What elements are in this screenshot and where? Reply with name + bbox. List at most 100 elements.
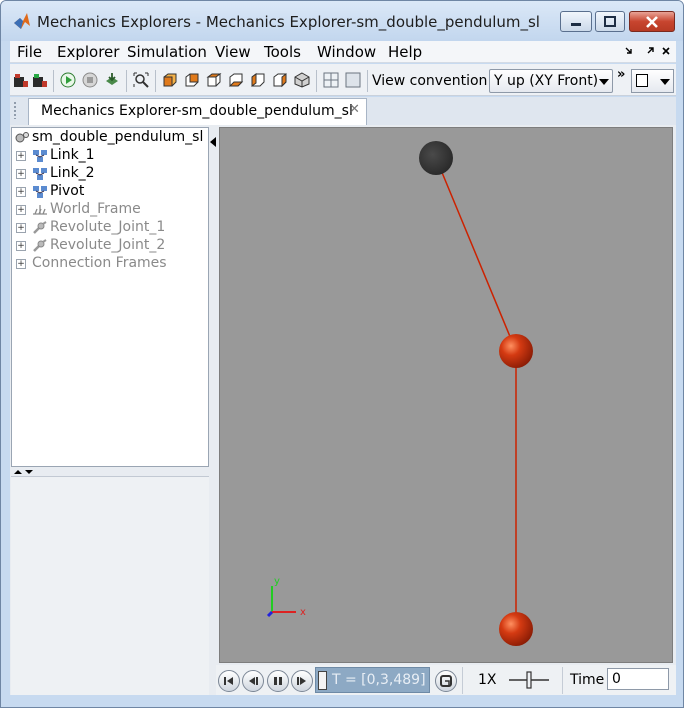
right-view-icon[interactable] <box>272 72 288 88</box>
axis-y-label: y <box>274 576 280 587</box>
title-bar: Mechanics Explorers - Mechanics Explorer… <box>1 1 683 41</box>
collapse-tree-icon[interactable] <box>210 137 216 147</box>
time-slider[interactable]: T = [0,3,489] <box>315 667 430 693</box>
expand-icon[interactable]: + <box>16 259 26 269</box>
properties-panel <box>11 476 209 695</box>
tab-mechanics-explorer[interactable]: Mechanics Explorer-sm_double_pendulum_sl… <box>28 98 367 125</box>
toolbar-overflow-button[interactable]: » <box>617 67 625 82</box>
menu-view[interactable]: View <box>215 43 251 61</box>
toolbar: View convention: Y up (XY Front) » <box>10 64 676 96</box>
panel-splitter[interactable] <box>11 468 209 476</box>
playbar-separator <box>462 667 463 694</box>
subsystem-icon <box>33 186 47 198</box>
tree-root-label: sm_double_pendulum_sl <box>32 129 204 145</box>
time-label: Time <box>570 672 605 688</box>
expand-icon[interactable]: + <box>16 151 26 161</box>
undock-icon[interactable] <box>645 45 655 57</box>
rewind-to-start-button[interactable] <box>218 670 240 692</box>
menu-tools[interactable]: Tools <box>264 43 301 61</box>
tree-root[interactable]: sm_double_pendulum_sl <box>14 129 204 147</box>
drag-grip-icon[interactable] <box>13 101 17 119</box>
top-view-icon[interactable] <box>206 72 222 88</box>
menu-file[interactable]: File <box>17 43 42 61</box>
status-bar <box>10 695 676 707</box>
close-doc-icon[interactable] <box>661 45 671 57</box>
bob-1-sphere <box>499 334 533 368</box>
close-icon <box>646 15 658 28</box>
back-view-icon[interactable] <box>184 72 200 88</box>
toolbar-separator <box>155 70 156 92</box>
tree-item-world-frame[interactable]: + World_Frame <box>16 201 202 219</box>
close-window-button[interactable] <box>629 11 675 32</box>
run-icon[interactable] <box>60 72 76 88</box>
menu-window[interactable]: Window <box>317 43 376 61</box>
tree-item-label: Link_1 <box>50 147 95 163</box>
time-slider-thumb[interactable] <box>318 671 327 690</box>
tree-item-revolute-joint-2[interactable]: + Revolute_Joint_2 <box>16 237 202 255</box>
step-back-icon <box>249 677 258 685</box>
link-1-rod <box>435 157 517 352</box>
chevron-down-icon <box>660 79 670 85</box>
tree-item-label: Revolute_Joint_2 <box>50 237 166 253</box>
expand-icon[interactable]: + <box>16 169 26 179</box>
model-tree[interactable]: sm_double_pendulum_sl + Link_1 + Link_2 … <box>11 127 209 467</box>
square-icon <box>636 74 648 87</box>
tab-close-icon[interactable]: ✕ <box>349 102 360 117</box>
menu-help[interactable]: Help <box>388 43 422 61</box>
open-model-icon[interactable] <box>13 72 29 88</box>
toolbar-separator <box>53 70 54 92</box>
splitter-arrows-icon[interactable] <box>13 469 35 475</box>
world-frame-icon <box>33 205 47 215</box>
window-title: Mechanics Explorers - Mechanics Explorer… <box>37 13 540 31</box>
step-back-button[interactable] <box>242 670 264 692</box>
menu-simulation[interactable]: Simulation <box>127 43 207 61</box>
fit-to-view-icon[interactable] <box>133 72 149 88</box>
subsystem-icon <box>33 168 47 180</box>
tile-views-icon[interactable] <box>323 72 339 88</box>
expand-icon[interactable]: + <box>16 187 26 197</box>
app-window: Mechanics Explorers - Mechanics Explorer… <box>0 0 684 708</box>
expand-icon[interactable]: + <box>16 223 26 233</box>
loop-button[interactable] <box>435 670 457 692</box>
step-forward-icon <box>297 677 306 685</box>
time-field[interactable]: 0 <box>607 668 669 690</box>
single-view-icon[interactable] <box>345 72 361 88</box>
tab-label: Mechanics Explorer-sm_double_pendulum_sl <box>41 103 353 119</box>
step-forward-button[interactable] <box>291 670 313 692</box>
update-diagram-icon[interactable] <box>104 72 120 88</box>
explorer-content: sm_double_pendulum_sl + Link_1 + Link_2 … <box>10 125 676 695</box>
speed-slider[interactable] <box>506 669 552 691</box>
playback-speed: 1X <box>478 672 497 688</box>
minimize-doc-icon[interactable] <box>624 45 634 57</box>
tree-item-link-1[interactable]: + Link_1 <box>16 147 202 165</box>
expand-icon[interactable]: + <box>16 241 26 251</box>
expand-icon[interactable]: + <box>16 205 26 215</box>
joint-icon <box>33 221 47 234</box>
maximize-button[interactable] <box>595 11 625 32</box>
isometric-view-icon[interactable] <box>294 72 310 88</box>
playbar-separator <box>562 667 563 694</box>
3d-viewport[interactable]: y x <box>219 127 673 663</box>
view-convention-value: Y up (XY Front) <box>494 73 599 89</box>
tree-item-revolute-joint-1[interactable]: + Revolute_Joint_1 <box>16 219 202 237</box>
tree-item-pivot[interactable]: + Pivot <box>16 183 202 201</box>
chevron-down-icon <box>599 79 609 85</box>
view-layout-dropdown[interactable] <box>631 69 674 93</box>
document-tab-strip: Mechanics Explorer-sm_double_pendulum_sl… <box>10 97 676 125</box>
menu-explorer[interactable]: Explorer <box>57 43 119 61</box>
minimize-icon <box>571 22 581 26</box>
bottom-view-icon[interactable] <box>228 72 244 88</box>
tree-item-link-2[interactable]: + Link_2 <box>16 165 202 183</box>
left-view-icon[interactable] <box>250 72 266 88</box>
view-convention-dropdown[interactable]: Y up (XY Front) <box>489 69 613 93</box>
bob-2-sphere <box>499 612 533 646</box>
pause-icon <box>274 677 282 685</box>
open-block-icon[interactable] <box>32 72 48 88</box>
toolbar-separator <box>367 70 368 92</box>
model-gear-icon <box>15 132 29 143</box>
pause-button[interactable] <box>267 670 289 692</box>
minimize-button[interactable] <box>560 11 592 32</box>
stop-icon[interactable] <box>82 72 98 88</box>
tree-item-connection-frames[interactable]: + Connection Frames <box>16 255 202 273</box>
front-view-icon[interactable] <box>162 72 178 88</box>
